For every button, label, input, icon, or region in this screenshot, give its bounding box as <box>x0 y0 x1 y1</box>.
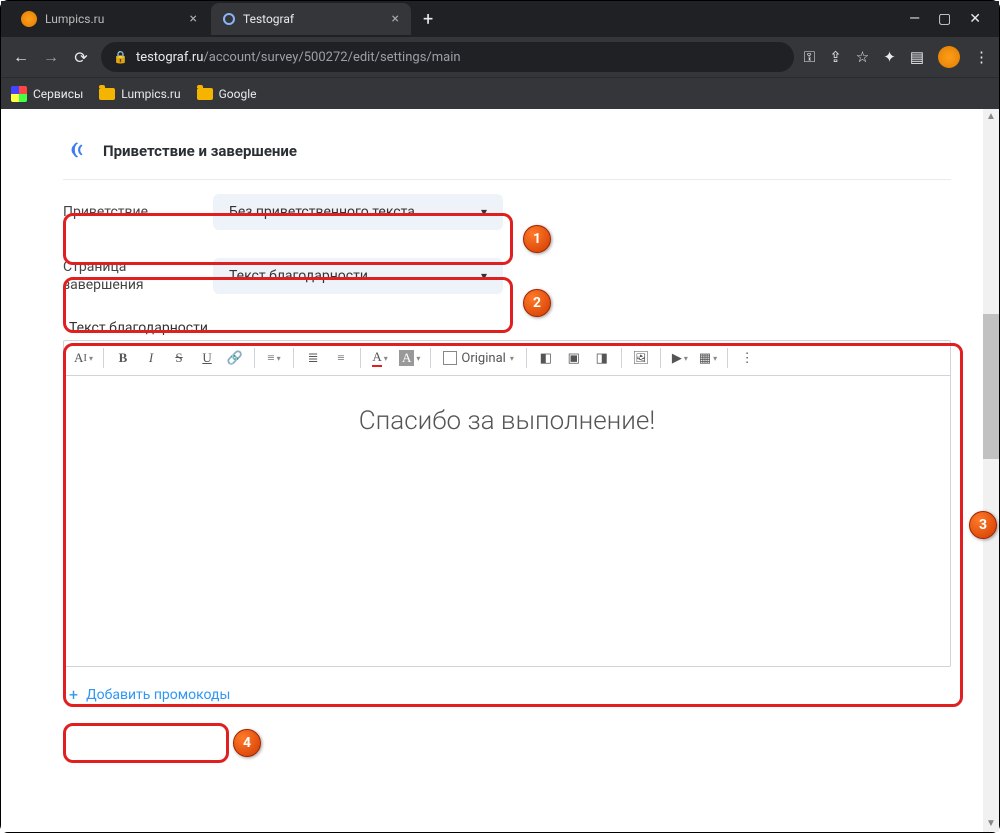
back-icon[interactable]: ← <box>11 47 31 67</box>
rich-text-editor: AI B I S U 🔗 ≡ ≣ ≡ A A <box>63 340 951 667</box>
folder-icon <box>197 88 213 100</box>
reload-icon[interactable]: ⟳ <box>71 48 91 67</box>
star-icon[interactable]: ☆ <box>856 48 869 66</box>
forward-icon[interactable]: → <box>41 47 61 67</box>
key-icon[interactable]: ⚿ <box>804 48 815 66</box>
bookmark-google[interactable]: Google <box>197 87 257 101</box>
row-greeting: Приветствие Без приветственного текста ▾ <box>63 180 951 244</box>
url-path: /account/survey/500272/edit/settings/mai… <box>203 50 460 65</box>
editor-toolbar: AI B I S U 🔗 ≡ ≣ ≡ A A <box>64 341 950 376</box>
profile-avatar[interactable] <box>938 46 960 68</box>
image-size-select[interactable]: Original ▾ <box>437 351 519 366</box>
wave-icon <box>63 137 91 165</box>
bookmark-lumpics[interactable]: Lumpics.ru <box>99 87 180 101</box>
completion-select[interactable]: Текст благодарности ▾ <box>213 258 503 294</box>
toolbar-right: ⚿ ⇪ ☆ ✦ ▤ ⋮ <box>804 46 989 68</box>
add-promo-button[interactable]: + Добавить промокоды <box>63 667 951 716</box>
window-controls: — ▢ ✕ <box>909 11 991 27</box>
link-button[interactable]: 🔗 <box>222 345 248 371</box>
new-tab-button[interactable]: + <box>413 9 443 30</box>
video-button[interactable]: ▶ <box>667 345 693 371</box>
apps-icon <box>11 86 27 102</box>
greeting-select[interactable]: Без приветственного текста ▾ <box>213 194 503 230</box>
tab-testograf[interactable]: Testograf × <box>211 3 411 35</box>
underline-button[interactable]: U <box>194 345 220 371</box>
maximize-icon[interactable]: ▢ <box>938 11 951 27</box>
italic-button[interactable]: I <box>138 345 164 371</box>
completion-select-value: Текст благодарности <box>229 268 368 284</box>
url-host: testograf.ru <box>136 50 203 65</box>
strike-button[interactable]: S <box>166 345 192 371</box>
tab-lumpics[interactable]: Lumpics.ru × <box>9 3 209 35</box>
image-icon <box>443 351 457 365</box>
minimize-icon[interactable]: — <box>909 11 920 27</box>
greeting-select-value: Без приветственного текста <box>229 204 415 220</box>
favicon-orange <box>21 11 37 27</box>
editor-body[interactable]: Спасибо за выполнение! <box>64 376 950 666</box>
editor-text: Спасибо за выполнение! <box>359 406 656 436</box>
url-input[interactable]: 🔒 testograf.ru/account/survey/500272/edi… <box>101 42 794 72</box>
editor-label: Текст благодарности <box>63 314 951 340</box>
section-header: Приветствие и завершение <box>63 109 951 180</box>
text-color-button[interactable]: A <box>367 345 393 371</box>
more-button[interactable]: ⋮ <box>734 345 760 371</box>
folder-icon <box>99 88 115 100</box>
table-button[interactable]: ▦ <box>695 345 721 371</box>
chevron-down-icon: ▾ <box>481 205 487 219</box>
font-size-button[interactable]: AI <box>70 345 97 371</box>
bullet-list-button[interactable]: ≣ <box>300 345 326 371</box>
editor-section: Текст благодарности AI B I S U 🔗 ≡ ≣ ≡ <box>63 314 951 667</box>
favicon-ring <box>223 13 235 25</box>
page-viewport: Приветствие и завершение Приветствие Без… <box>1 109 999 832</box>
scroll-thumb[interactable] <box>983 314 999 459</box>
float-center-button[interactable]: ▣ <box>561 345 587 371</box>
image-button[interactable]: 🖼 <box>628 345 654 371</box>
row-completion: Страница завершения Текст благодарности … <box>63 244 951 308</box>
add-promo-label: Добавить промокоды <box>86 687 230 703</box>
page-content: Приветствие и завершение Приветствие Без… <box>1 109 999 736</box>
bookmarks-bar: Сервисы Lumpics.ru Google <box>1 77 999 109</box>
tab-bar: Lumpics.ru × Testograf × + — ▢ ✕ <box>1 1 999 37</box>
scroll-up-icon[interactable]: ▲ <box>983 109 999 125</box>
bg-color-button[interactable]: A <box>395 345 424 371</box>
chevron-down-icon: ▾ <box>481 269 487 283</box>
original-label: Original <box>461 351 505 366</box>
scroll-down-icon[interactable]: ▼ <box>983 816 999 832</box>
bold-button[interactable]: B <box>110 345 136 371</box>
address-bar: ← → ⟳ 🔒 testograf.ru/account/survey/5002… <box>1 37 999 77</box>
greeting-label: Приветствие <box>63 203 193 221</box>
lock-icon: 🔒 <box>113 50 128 64</box>
completion-label: Страница завершения <box>63 258 193 294</box>
float-left-button[interactable]: ◧ <box>533 345 559 371</box>
close-icon[interactable]: × <box>190 11 197 27</box>
reading-list-icon[interactable]: ▤ <box>910 48 924 66</box>
numbered-list-button[interactable]: ≡ <box>328 345 354 371</box>
tab-title: Testograf <box>243 12 294 26</box>
share-icon[interactable]: ⇪ <box>829 48 842 66</box>
float-right-button[interactable]: ◨ <box>589 345 615 371</box>
tab-title: Lumpics.ru <box>45 12 104 26</box>
scrollbar[interactable]: ▲ ▼ <box>983 109 999 832</box>
bookmark-services[interactable]: Сервисы <box>11 86 83 102</box>
extensions-icon[interactable]: ✦ <box>883 48 896 66</box>
plus-icon: + <box>69 685 78 704</box>
close-icon[interactable]: × <box>392 11 399 27</box>
section-title: Приветствие и завершение <box>103 142 297 160</box>
align-button[interactable]: ≡ <box>261 345 287 371</box>
browser-chrome: Lumpics.ru × Testograf × + — ▢ ✕ ← → ⟳ 🔒… <box>1 1 999 109</box>
close-window-icon[interactable]: ✕ <box>969 11 981 27</box>
menu-icon[interactable]: ⋮ <box>974 48 989 66</box>
